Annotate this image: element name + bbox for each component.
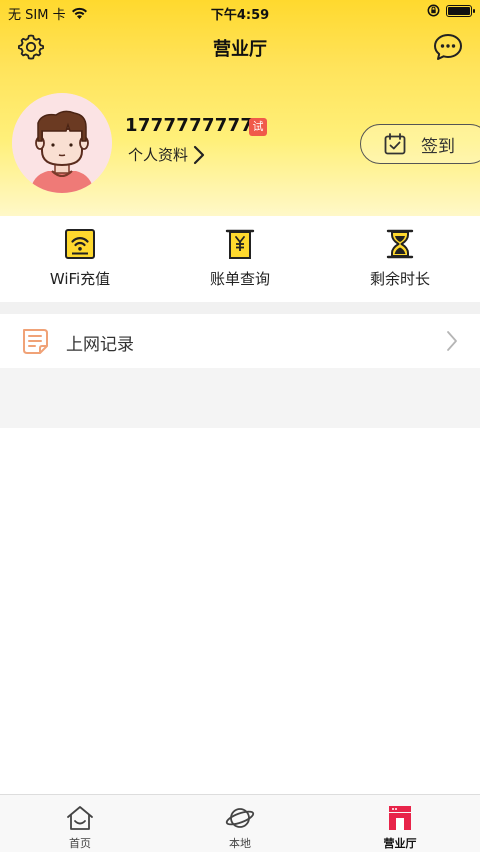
signin-label: 签到 xyxy=(421,136,455,157)
battery-icon xyxy=(446,4,475,17)
avatar[interactable] xyxy=(12,93,112,193)
avatar-boy-icon xyxy=(12,93,112,193)
wifi-recharge-icon xyxy=(65,229,95,259)
status-time: 下午4:59 xyxy=(210,8,270,23)
chat-bubble-icon[interactable] xyxy=(432,32,464,62)
quick-action-label: 剩余时长 xyxy=(369,270,430,288)
battery-level xyxy=(448,6,470,15)
chevron-right-icon xyxy=(447,331,457,351)
signin-button[interactable]: 签到 xyxy=(360,124,480,164)
internet-records-row[interactable]: 上网记录 xyxy=(0,314,480,368)
empty-section xyxy=(0,368,480,428)
profile-link-label: 个人资料 xyxy=(128,146,189,164)
phone-number: 17777777776 xyxy=(125,115,267,136)
quick-action-remaining-time[interactable]: 剩余时长 xyxy=(320,216,480,302)
store-icon xyxy=(389,806,411,830)
quick-action-label: 账单查询 xyxy=(209,270,270,288)
internet-records-label: 上网记录 xyxy=(66,335,134,355)
tab-local[interactable]: 本地 xyxy=(160,795,320,852)
tab-label: 本地 xyxy=(229,837,251,850)
tab-label: 首页 xyxy=(69,837,91,850)
quick-action-bill-query[interactable]: 账单查询 xyxy=(160,216,320,302)
quick-actions: WiFi充值 账单查询 剩余时长 xyxy=(0,216,480,302)
tab-label: 营业厅 xyxy=(383,837,417,850)
tab-business-hall[interactable]: 营业厅 xyxy=(320,795,480,852)
home-icon xyxy=(67,806,93,830)
profile-link[interactable]: 个人资料 xyxy=(128,144,206,165)
status-right xyxy=(427,4,475,17)
section-divider xyxy=(0,302,480,314)
status-bar: 无 SIM 卡 下午4:59 xyxy=(0,0,480,24)
calendar-check-icon xyxy=(384,133,406,155)
quick-action-label: WiFi充值 xyxy=(49,270,111,288)
trial-badge: 试 xyxy=(249,118,267,136)
tab-home[interactable]: 首页 xyxy=(0,795,160,852)
chevron-right-icon xyxy=(193,145,205,164)
rotation-lock-icon xyxy=(427,4,440,17)
record-list-icon xyxy=(23,329,48,354)
hourglass-icon xyxy=(386,229,414,259)
page-title: 营业厅 xyxy=(213,39,267,60)
planet-icon xyxy=(225,808,255,828)
tab-bar: 首页 本地 营业厅 xyxy=(0,794,480,852)
bill-query-icon xyxy=(225,229,255,259)
quick-action-wifi-recharge[interactable]: WiFi充值 xyxy=(0,216,160,302)
